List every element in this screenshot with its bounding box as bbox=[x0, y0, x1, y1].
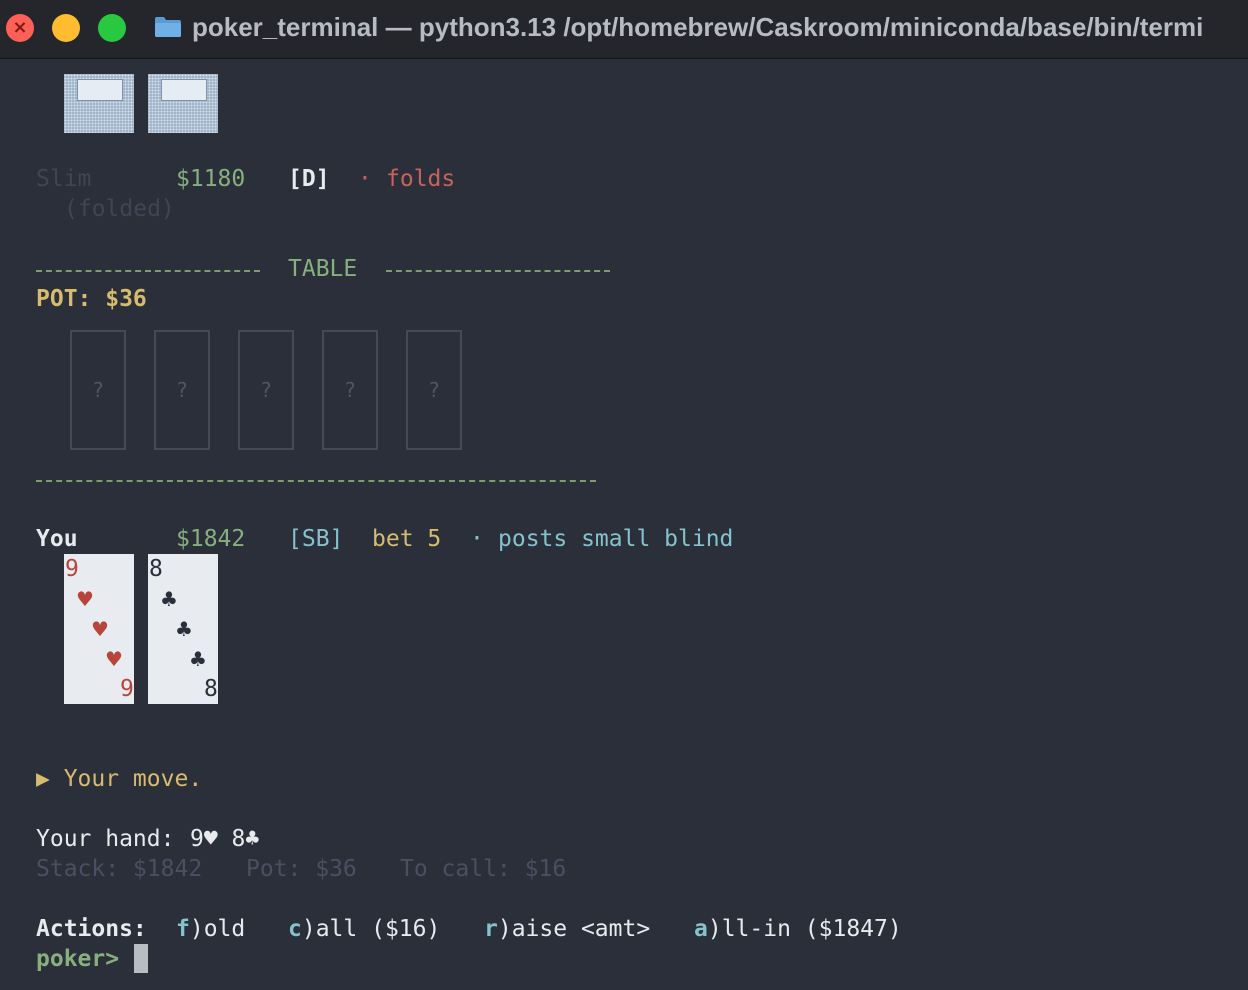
player-position-badge: [SB] bbox=[288, 526, 344, 552]
pot-label: POT: $36 bbox=[36, 286, 147, 312]
player-card: 8 ♣ ♣ ♣ 8 bbox=[148, 554, 218, 704]
allin-label: )ll-in ($1847) bbox=[707, 916, 902, 942]
minimize-window-button[interactable] bbox=[52, 14, 80, 42]
opponent-separator: · bbox=[358, 166, 372, 192]
to-call-info: To call: $16 bbox=[400, 856, 567, 882]
call-action[interactable]: c)all ($16) bbox=[288, 914, 440, 944]
window-titlebar: × poker_terminal — python3.13 /opt/homeb… bbox=[0, 0, 1248, 59]
card-rank: 9 bbox=[120, 676, 134, 702]
raise-action[interactable]: r)aise <amt> bbox=[484, 914, 650, 944]
opponent-name: Slim bbox=[36, 166, 92, 192]
fold-label: )old bbox=[189, 916, 246, 942]
opponent-position-badge: [D] bbox=[288, 166, 330, 192]
opponent-card-back bbox=[148, 74, 218, 133]
allin-action[interactable]: a)ll-in ($1847) bbox=[694, 914, 902, 944]
divider bbox=[386, 270, 610, 272]
heart-icon: ♥ bbox=[76, 587, 94, 611]
community-card-slot: ? bbox=[406, 330, 462, 450]
player-stack: $1842 bbox=[176, 526, 246, 552]
window-title: poker_terminal — python3.13 /opt/homebre… bbox=[192, 12, 1204, 42]
close-icon: × bbox=[12, 17, 28, 38]
opponent-action: folds bbox=[386, 166, 456, 192]
player-action: posts small blind bbox=[498, 526, 734, 552]
heart-icon: ♥ bbox=[91, 617, 109, 641]
divider bbox=[36, 270, 260, 272]
player-separator: · bbox=[470, 526, 484, 552]
opponent-card-back bbox=[64, 74, 134, 133]
card-rank: 9 bbox=[65, 556, 79, 582]
stack-info: Stack: $1842 bbox=[36, 856, 203, 882]
divider bbox=[36, 480, 596, 482]
club-icon: ♣ bbox=[175, 617, 193, 641]
community-card-slot: ? bbox=[322, 330, 378, 450]
player-card: 9 ♥ ♥ ♥ 9 bbox=[64, 554, 134, 704]
player-bet: bet 5 bbox=[372, 526, 442, 552]
fold-hotkey: f bbox=[176, 916, 190, 942]
fold-action[interactable]: f)old bbox=[176, 914, 245, 944]
community-card-slot: ? bbox=[238, 330, 294, 450]
opponent-status: (folded) bbox=[64, 196, 175, 222]
opponent-stack: $1180 bbox=[176, 166, 246, 192]
club-icon: ♣ bbox=[189, 647, 207, 671]
hand-label: Your hand: bbox=[36, 826, 175, 852]
card-rank: 8 bbox=[204, 676, 218, 702]
community-card-slot: ? bbox=[154, 330, 210, 450]
heart-icon: ♥ bbox=[105, 647, 123, 671]
folder-icon bbox=[155, 17, 181, 37]
terminal-input-cursor[interactable] bbox=[134, 944, 148, 973]
call-hotkey: c bbox=[288, 916, 302, 942]
club-icon: ♣ bbox=[160, 587, 178, 611]
card-rank: 8 bbox=[149, 556, 163, 582]
pot-info: Pot: $36 bbox=[246, 856, 357, 882]
actions-label: Actions: bbox=[36, 916, 147, 942]
hand-value: 9♥ 8♣ bbox=[190, 826, 260, 852]
zoom-window-button[interactable] bbox=[98, 14, 126, 42]
raise-hotkey: r bbox=[484, 916, 498, 942]
table-label: TABLE bbox=[288, 256, 358, 282]
allin-hotkey: a bbox=[694, 916, 708, 942]
shell-prompt: poker> bbox=[36, 946, 120, 972]
your-move-text: ▶ Your move. bbox=[36, 766, 203, 792]
raise-label: )aise <amt> bbox=[497, 916, 651, 942]
close-window-button[interactable]: × bbox=[6, 14, 34, 42]
player-name: You bbox=[36, 526, 78, 552]
community-card-slot: ? bbox=[70, 330, 126, 450]
call-label: )all ($16) bbox=[301, 916, 441, 942]
